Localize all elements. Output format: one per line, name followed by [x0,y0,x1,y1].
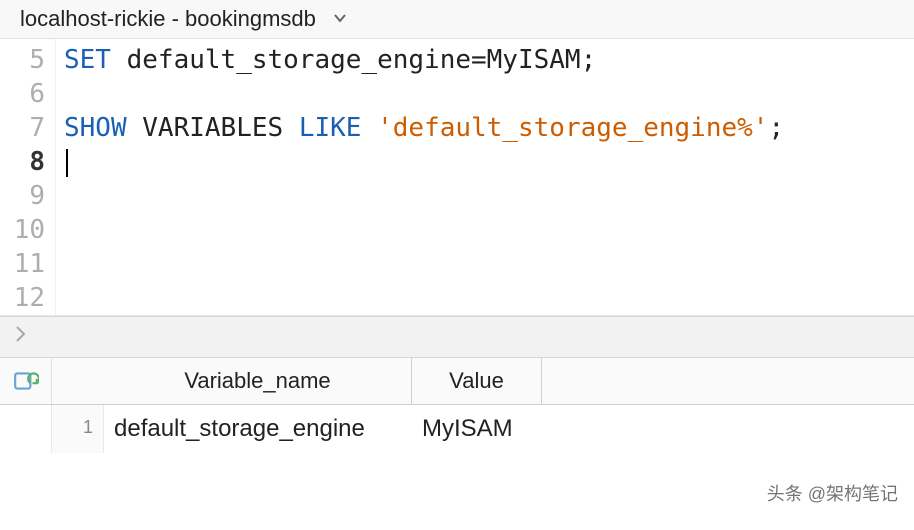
code-line[interactable] [64,247,914,281]
column-header-value[interactable]: Value [412,358,542,404]
chevron-right-icon [14,324,28,350]
line-number: 8 [0,145,45,179]
toolbar: localhost-rickie - bookingmsdb [0,0,914,39]
code-editor[interactable]: 56789101112 SET default_storage_engine=M… [0,39,914,315]
line-gutter: 56789101112 [0,39,56,315]
code-content[interactable]: SET default_storage_engine=MyISAM; SHOW V… [56,39,914,315]
code-line[interactable] [64,145,914,179]
line-number: 10 [0,213,45,247]
cell-value[interactable]: MyISAM [412,405,542,453]
refresh-rows-icon[interactable] [0,358,52,404]
breadcrumb-bar[interactable] [0,316,914,358]
table-row[interactable]: 1 default_storage_engine MyISAM [0,405,914,453]
line-number: 5 [0,43,45,77]
line-number: 12 [0,281,45,315]
chevron-down-icon[interactable] [332,6,348,32]
row-number: 1 [52,405,104,453]
row-number-header [52,358,104,404]
code-line[interactable] [64,213,914,247]
code-line[interactable]: SHOW VARIABLES LIKE 'default_storage_eng… [64,111,914,145]
code-line[interactable] [64,179,914,213]
code-line[interactable]: SET default_storage_engine=MyISAM; [64,43,914,77]
line-number: 7 [0,111,45,145]
cell-variable-name[interactable]: default_storage_engine [104,405,412,453]
code-line[interactable] [64,281,914,315]
line-number: 11 [0,247,45,281]
row-tool-spacer [0,405,52,453]
results-header: Variable_name Value [0,358,914,405]
line-number: 9 [0,179,45,213]
watermark: 头条 @架构笔记 [767,480,898,506]
column-header-variable-name[interactable]: Variable_name [104,358,412,404]
datasource-selector[interactable]: localhost-rickie - bookingmsdb [20,6,316,32]
results-panel: Variable_name Value 1 default_storage_en… [0,358,914,453]
code-line[interactable] [64,77,914,111]
line-number: 6 [0,77,45,111]
cursor [66,149,68,177]
